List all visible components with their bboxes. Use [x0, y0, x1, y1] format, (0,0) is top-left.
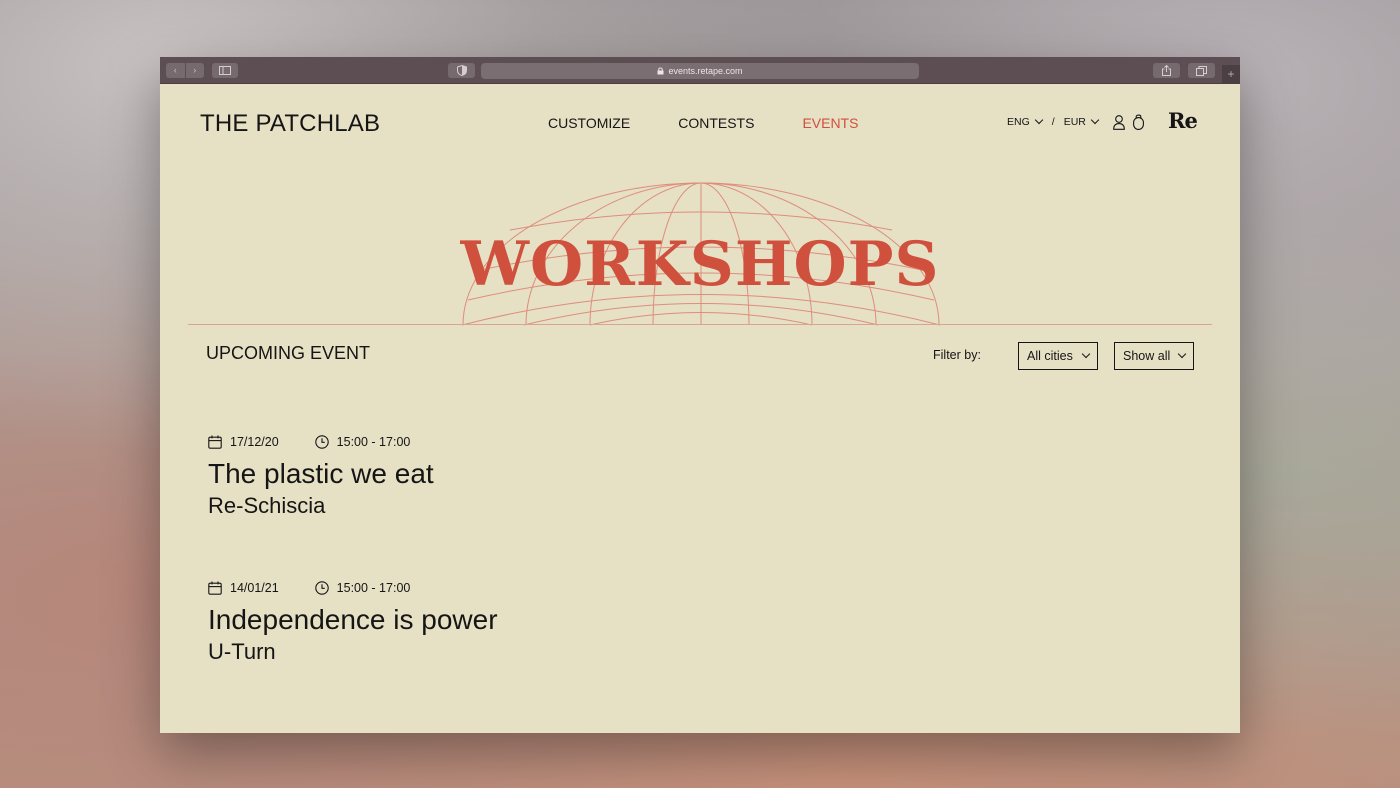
clock-icon: [314, 581, 329, 595]
hero-title: WORKSHOPS: [460, 229, 940, 300]
event-meta: 17/12/20 15:00 - 17:00: [208, 434, 498, 450]
event-organizer: U-Turn: [208, 639, 276, 664]
share-icon: [1162, 65, 1171, 76]
currency-value: EUR: [1063, 116, 1086, 128]
show-filter-select[interactable]: Show all: [1114, 342, 1194, 370]
user-icon[interactable]: [1113, 114, 1125, 130]
calendar-icon: [208, 435, 222, 449]
sidebar-toggle-button[interactable]: [212, 63, 238, 78]
hero-banner: WORKSHOPS: [160, 174, 1240, 334]
nav-customize[interactable]: CUSTOMIZE: [548, 115, 630, 131]
brand-logo[interactable]: Re: [1168, 108, 1198, 133]
tab-overview-button[interactable]: [1188, 63, 1215, 78]
sidebar-icon: [219, 66, 231, 75]
browser-toolbar: ‹ › events.retape.com +: [160, 57, 1240, 84]
currency-selector[interactable]: EUR: [1063, 115, 1100, 128]
event-date-text: 14/01/21: [230, 581, 279, 595]
forward-button[interactable]: ›: [184, 63, 205, 78]
event-item[interactable]: 14/01/21 15:00 - 17:00 Independence is p…: [208, 580, 498, 726]
nav-events[interactable]: EVENTS: [802, 115, 858, 131]
bag-icon[interactable]: [1132, 114, 1144, 130]
new-tab-button[interactable]: +: [1222, 65, 1240, 84]
event-meta: 14/01/21 15:00 - 17:00: [208, 580, 498, 596]
section-divider: [188, 324, 1212, 325]
event-date-text: 17/12/20: [230, 435, 279, 449]
events-list: 17/12/20 15:00 - 17:00 The plastic we ea…: [208, 434, 498, 726]
event-time: 15:00 - 17:00: [314, 581, 411, 595]
back-button[interactable]: ‹: [166, 63, 185, 78]
chevron-down-icon: [1034, 115, 1044, 125]
address-bar[interactable]: events.retape.com: [481, 63, 919, 79]
event-title[interactable]: Independence is power: [208, 605, 498, 635]
main-nav: CUSTOMIZE CONTESTS EVENTS: [548, 115, 858, 131]
browser-window: ‹ › events.retape.com + THE PATCHLAB CUS…: [160, 57, 1240, 733]
language-value: ENG: [1007, 116, 1030, 128]
event-item[interactable]: 17/12/20 15:00 - 17:00 The plastic we ea…: [208, 434, 498, 580]
shield-icon: [456, 65, 467, 76]
event-date: 17/12/20: [208, 435, 279, 449]
nav-contests[interactable]: CONTESTS: [678, 115, 754, 131]
lock-icon: [657, 67, 664, 75]
tabs-icon: [1196, 65, 1207, 76]
event-date: 14/01/21: [208, 581, 279, 595]
calendar-icon: [208, 581, 222, 595]
address-text: events.retape.com: [668, 66, 743, 76]
chevron-down-icon: [1090, 115, 1100, 125]
share-button[interactable]: [1153, 63, 1180, 78]
show-filter-value: Show all: [1123, 349, 1171, 363]
history-buttons: ‹ ›: [166, 63, 204, 78]
filter-label: Filter by:: [933, 348, 981, 362]
event-title[interactable]: The plastic we eat: [208, 459, 498, 489]
clock-icon: [314, 435, 329, 449]
city-filter-select[interactable]: All cities: [1018, 342, 1098, 370]
site-logo[interactable]: THE PATCHLAB: [200, 110, 380, 138]
selector-separator: /: [1051, 116, 1055, 128]
section-title: UPCOMING EVENT: [206, 343, 371, 363]
event-time: 15:00 - 17:00: [314, 435, 411, 449]
web-page: THE PATCHLAB CUSTOMIZE CONTESTS EVENTS E…: [160, 84, 1240, 733]
chevron-down-icon: [1081, 349, 1091, 359]
language-selector[interactable]: ENG: [1007, 115, 1044, 128]
header-tools: ENG / EUR: [1007, 114, 1144, 130]
privacy-report-button[interactable]: [448, 63, 475, 78]
event-organizer: Re-Schiscia: [208, 493, 326, 518]
event-time-text: 15:00 - 17:00: [336, 435, 411, 449]
chevron-down-icon: [1177, 349, 1187, 359]
event-time-text: 15:00 - 17:00: [336, 581, 411, 595]
city-filter-value: All cities: [1027, 349, 1073, 363]
